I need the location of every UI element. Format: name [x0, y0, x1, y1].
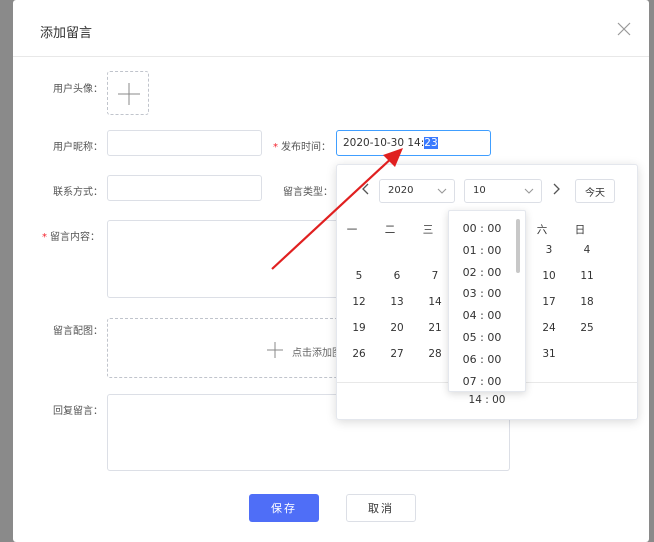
cancel-button[interactable]: 取消: [346, 494, 416, 522]
time-option[interactable]: 06 : 00: [449, 353, 515, 366]
month-value: 10: [473, 185, 486, 196]
reply-label: 回复留言：: [53, 406, 103, 417]
calendar-day[interactable]: 27: [385, 344, 409, 364]
time-option[interactable]: 05 : 00: [449, 331, 515, 344]
nickname-input[interactable]: [107, 130, 262, 156]
year-value: 2020: [388, 185, 414, 196]
avatar-upload[interactable]: [107, 71, 149, 115]
message-type-label: 留言类型：: [283, 187, 333, 198]
publish-time-label-text: 发布时间：: [281, 142, 331, 153]
calendar-day[interactable]: 17: [537, 292, 561, 312]
required-mark: *: [42, 232, 47, 243]
contact-label: 联系方式：: [53, 187, 103, 198]
calendar-day[interactable]: 10: [537, 266, 561, 286]
save-button[interactable]: 保存: [249, 494, 319, 522]
required-mark: *: [273, 142, 278, 153]
weekday-label: 一: [346, 224, 358, 236]
dialog-title: 添加留言: [40, 26, 93, 41]
weekday-label: 二: [384, 224, 396, 236]
nickname-label: 用户昵称：: [53, 142, 103, 153]
calendar-day[interactable]: 6: [385, 266, 409, 286]
prev-month-icon[interactable]: [361, 183, 371, 195]
calendar-day[interactable]: 26: [347, 344, 371, 364]
calendar-day[interactable]: 4: [575, 240, 599, 260]
time-scrollbar[interactable]: [516, 219, 520, 273]
dialog-header: 添加留言: [13, 0, 649, 57]
close-icon[interactable]: [617, 22, 631, 36]
calendar-day[interactable]: 20: [385, 318, 409, 338]
time-option[interactable]: 01 : 00: [449, 244, 515, 257]
month-select[interactable]: 10: [464, 179, 542, 203]
time-option[interactable]: 03 : 00: [449, 287, 515, 300]
calendar-day[interactable]: 7: [423, 266, 447, 286]
calendar-day[interactable]: 12: [347, 292, 371, 312]
chevron-down-icon: [524, 188, 534, 194]
calendar-day[interactable]: 31: [537, 344, 561, 364]
contact-input[interactable]: [107, 175, 262, 201]
calendar-day[interactable]: 18: [575, 292, 599, 312]
calendar-day[interactable]: 25: [575, 318, 599, 338]
plus-icon: [118, 83, 140, 105]
weekday-label: 日: [574, 224, 586, 236]
footer-time: 14 : 00: [468, 394, 506, 406]
plus-icon: [267, 342, 283, 358]
publish-time-selected-text: 23: [424, 137, 438, 149]
today-button[interactable]: 今天: [575, 179, 615, 203]
image-upload-text: 点击添加图: [292, 348, 342, 359]
avatar-label: 用户头像：: [53, 84, 103, 95]
publish-time-date-text: 2020-10-30 14:: [343, 137, 425, 149]
image-label: 留言配图：: [53, 326, 103, 337]
calendar-day[interactable]: 3: [537, 240, 561, 260]
next-month-icon[interactable]: [551, 183, 561, 195]
calendar-day[interactable]: 5: [347, 266, 371, 286]
publish-time-value: 2020-10-30 14:23: [343, 137, 438, 149]
weekday-label: 六: [536, 224, 548, 236]
time-option[interactable]: 07 : 00: [449, 375, 515, 388]
publish-time-label: * 发布时间：: [273, 138, 331, 153]
calendar-day[interactable]: 11: [575, 266, 599, 286]
calendar-day[interactable]: 24: [537, 318, 561, 338]
time-option[interactable]: 02 : 00: [449, 266, 515, 279]
time-option[interactable]: 04 : 00: [449, 309, 515, 322]
year-select[interactable]: 2020: [379, 179, 455, 203]
publish-time-input[interactable]: 2020-10-30 14:23: [336, 130, 491, 156]
content-label-text: 留言内容：: [50, 232, 100, 243]
calendar-day[interactable]: 21: [423, 318, 447, 338]
calendar-day[interactable]: 19: [347, 318, 371, 338]
content-label: * 留言内容：: [42, 228, 100, 243]
weekday-label: 三: [422, 224, 434, 236]
time-option[interactable]: 00 : 00: [449, 222, 515, 235]
chevron-down-icon: [437, 188, 447, 194]
calendar-day[interactable]: 14: [423, 292, 447, 312]
calendar-day[interactable]: 28: [423, 344, 447, 364]
calendar-day[interactable]: 13: [385, 292, 409, 312]
time-dropdown[interactable]: 00 : 00 01 : 00 02 : 00 03 : 00 04 : 00 05 : …: [448, 210, 526, 392]
